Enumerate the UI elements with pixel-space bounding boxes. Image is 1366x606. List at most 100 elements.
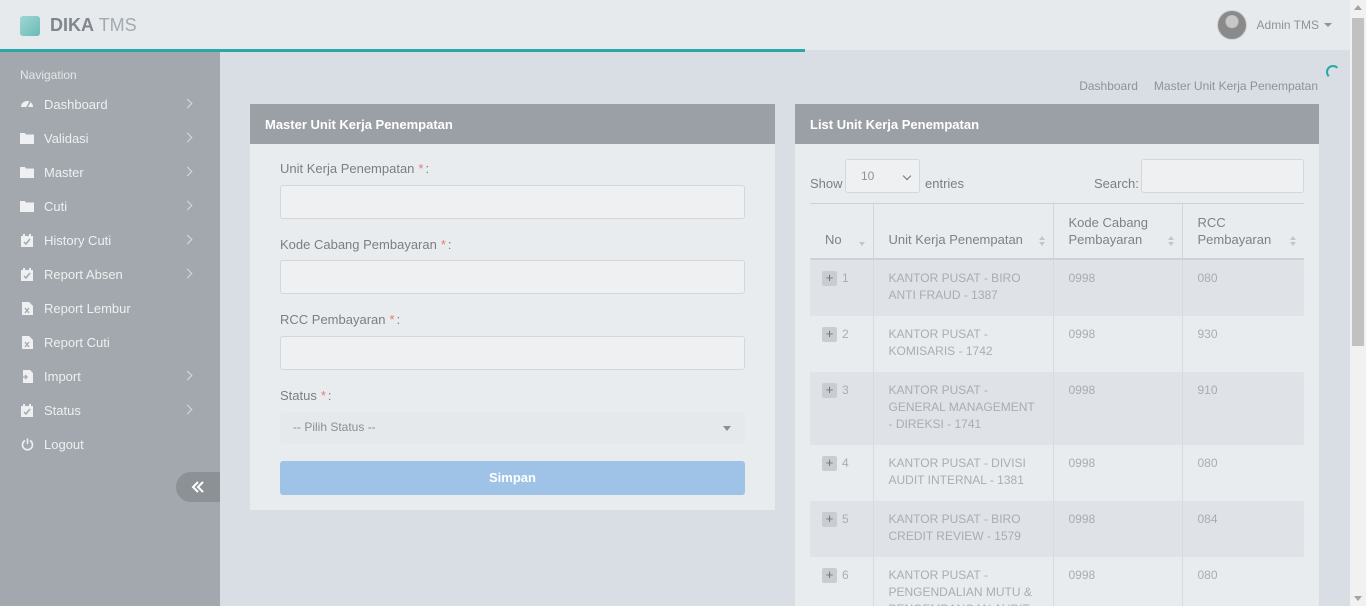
expand-row-icon[interactable]: + <box>822 327 837 342</box>
chevron-right-icon <box>182 132 193 143</box>
cell-unit-kerja: KANTOR PUSAT - KOMISARIS - 1742 <box>872 316 1053 372</box>
sidebar-item-label: Logout <box>44 436 84 452</box>
sidebar-item-label: Cuti <box>44 198 68 214</box>
sidebar-item-cuti[interactable]: Cuti <box>0 191 220 221</box>
kode-cabang-input[interactable] <box>280 260 745 294</box>
list-panel-title: List Unit Kerja Penempatan <box>795 104 1319 144</box>
cell-rcc: 080 <box>1181 259 1304 316</box>
table-row[interactable]: +4 KANTOR PUSAT - DIVISI AUDIT INTERNAL -… <box>810 445 1304 501</box>
brand-light-text: TMS <box>98 15 137 35</box>
required-mark: * <box>389 312 395 327</box>
list-panel: List Unit Kerja Penempatan Show 10 entri… <box>795 104 1319 606</box>
unit-kerja-label: Unit Kerja Penempatan *: <box>280 161 429 176</box>
chevron-right-icon <box>182 98 193 109</box>
required-mark: * <box>320 388 326 403</box>
cell-no: +3 <box>810 372 873 445</box>
sidebar-collapse-button[interactable] <box>176 472 220 502</box>
cell-unit-kerja: KANTOR PUSAT - BIRO CREDIT REVIEW - 1579 <box>872 501 1053 557</box>
row-number: 4 <box>842 456 849 470</box>
brand-logo[interactable]: DIKA TMS <box>20 15 137 36</box>
folder-icon <box>20 131 34 145</box>
user-menu[interactable]: Admin TMS <box>1216 10 1332 40</box>
sidebar-item-import[interactable]: Import <box>0 361 220 391</box>
table-row[interactable]: +1 KANTOR PUSAT - BIRO ANTI FRAUD - 1387 0… <box>810 259 1304 316</box>
sidebar: Navigation Dashboard Validasi Master Cuti Hi… <box>0 52 220 606</box>
cell-kode-cabang: 0998 <box>1052 316 1182 372</box>
unit-kerja-input[interactable] <box>280 185 745 219</box>
label-colon: : <box>425 161 430 176</box>
scrollbar-thumb[interactable] <box>1352 18 1364 346</box>
column-header-kode[interactable]: Kode Cabang Pembayaran <box>1052 203 1182 260</box>
breadcrumb-dashboard[interactable]: Dashboard <box>1079 79 1138 93</box>
sidebar-item-label: Master <box>44 164 84 180</box>
sort-icon <box>1038 236 1045 246</box>
caret-down-icon <box>1324 23 1332 27</box>
sidebar-item-master[interactable]: Master <box>0 157 220 187</box>
sidebar-item-label: Report Cuti <box>44 334 110 350</box>
sidebar-item-report-absen[interactable]: Report Absen <box>0 259 220 289</box>
save-button[interactable]: Simpan <box>280 461 745 495</box>
sidebar-item-label: History Cuti <box>44 232 112 248</box>
cell-rcc: 084 <box>1181 501 1304 557</box>
column-header-rcc[interactable]: RCC Pembayaran <box>1181 203 1304 260</box>
expand-row-icon[interactable]: + <box>822 456 837 471</box>
sidebar-item-dashboard[interactable]: Dashboard <box>0 89 220 119</box>
chevron-right-icon <box>182 404 193 415</box>
scroll-up-arrow-icon[interactable] <box>1354 5 1362 10</box>
folder-icon <box>20 199 34 213</box>
sidebar-item-status[interactable]: Status <box>0 395 220 425</box>
row-number: 1 <box>842 271 849 285</box>
table-row[interactable]: +3 KANTOR PUSAT - GENERAL MANAGEMENT - DI… <box>810 372 1304 445</box>
cell-rcc: 910 <box>1181 372 1304 445</box>
logo-icon <box>20 15 40 36</box>
chevron-right-icon <box>182 166 193 177</box>
column-header-label: Unit Kerja Penempatan <box>888 232 1023 247</box>
table-row[interactable]: +6KANTOR PUSAT - PENGENDALIAN MUTU & PEN… <box>810 557 1304 606</box>
chevron-right-icon <box>182 234 193 245</box>
page-scrollbar[interactable] <box>1350 0 1366 606</box>
column-header-unit[interactable]: Unit Kerja Penempatan <box>872 203 1053 260</box>
cell-kode-cabang: 0998 <box>1052 259 1182 316</box>
sidebar-item-label: Import <box>44 368 81 384</box>
sidebar-item-logout[interactable]: Logout <box>0 429 220 459</box>
status-select[interactable]: -- Pilih Status -- <box>280 412 745 444</box>
rcc-input[interactable] <box>280 336 745 370</box>
sidebar-item-history-cuti[interactable]: History Cuti <box>0 225 220 255</box>
status-label-text: Status <box>280 388 317 403</box>
required-mark: * <box>440 237 446 252</box>
chevron-right-icon <box>182 200 193 211</box>
table-row[interactable]: +5 KANTOR PUSAT - BIRO CREDIT REVIEW - 15… <box>810 501 1304 557</box>
label-colon: : <box>396 312 401 327</box>
unit-kerja-table: No Unit Kerja Penempatan Kode Cabang Pem… <box>810 203 1304 606</box>
sidebar-item-report-cuti[interactable]: Report Cuti <box>0 327 220 357</box>
chevron-right-icon <box>182 268 193 279</box>
cell-unit-kerja: KANTOR PUSAT - BIRO ANTI FRAUD - 1387 <box>872 259 1053 316</box>
dashboard-icon <box>20 97 34 111</box>
scroll-down-arrow-icon[interactable] <box>1354 596 1362 601</box>
sidebar-item-report-lembur[interactable]: Report Lembur <box>0 293 220 323</box>
cell-rcc: 930 <box>1181 316 1304 372</box>
brand-bold-text: DIKA <box>50 15 94 35</box>
show-label: Show <box>810 176 843 191</box>
excel-file-icon <box>20 301 34 315</box>
search-input[interactable] <box>1141 159 1304 193</box>
expand-row-icon[interactable]: + <box>822 512 837 527</box>
brand-name: DIKA TMS <box>50 15 137 36</box>
folder-icon <box>20 165 34 179</box>
breadcrumb-current: Master Unit Kerja Penempatan <box>1153 79 1318 93</box>
label-colon: : <box>327 388 332 403</box>
entries-label: entries <box>925 176 965 191</box>
nav-title: Navigation <box>20 68 77 82</box>
excel-file-icon <box>20 335 34 349</box>
row-number: 5 <box>842 512 849 526</box>
sidebar-item-label: Report Lembur <box>44 300 131 316</box>
expand-row-icon[interactable]: + <box>822 271 837 286</box>
expand-row-icon[interactable]: + <box>822 568 837 583</box>
table-header-row: No Unit Kerja Penempatan Kode Cabang Pem… <box>810 203 1304 260</box>
table-row[interactable]: +2 KANTOR PUSAT - KOMISARIS - 1742 0998 930 <box>810 316 1304 372</box>
page-length-select[interactable]: 10 <box>845 159 920 193</box>
cell-unit-kerja: KANTOR PUSAT - DIVISI AUDIT INTERNAL - 1… <box>872 445 1053 501</box>
expand-row-icon[interactable]: + <box>822 383 837 398</box>
sidebar-item-validasi[interactable]: Validasi <box>0 123 220 153</box>
column-header-no[interactable]: No <box>810 203 873 260</box>
